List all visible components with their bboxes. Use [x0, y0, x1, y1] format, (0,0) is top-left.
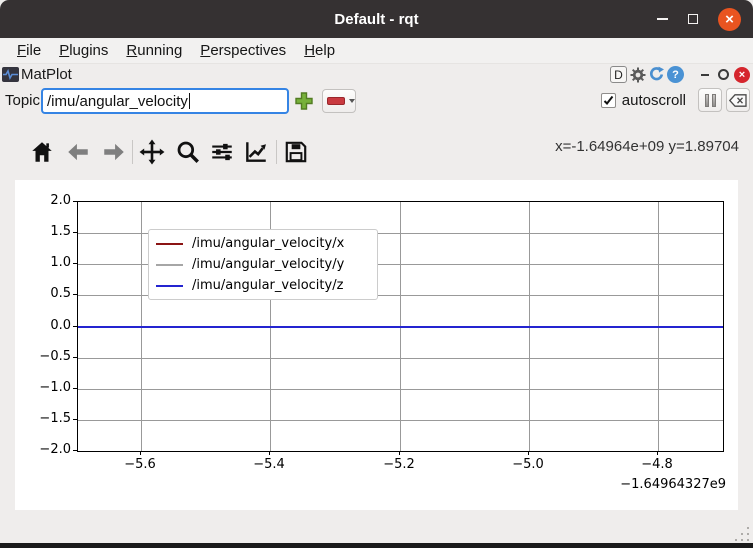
legend-label-x: /imu/angular_velocity/x — [192, 236, 344, 251]
window-title: Default - rqt — [334, 11, 418, 28]
topic-input[interactable]: /imu/angular_velocity — [41, 88, 289, 114]
add-topic-button[interactable] — [292, 89, 316, 113]
menu-running[interactable]: Running — [117, 40, 191, 61]
axes-edit-icon[interactable] — [242, 138, 270, 166]
titlebar[interactable]: Default - rqt × — [0, 0, 753, 38]
legend-label-z: /imu/angular_velocity/z — [192, 278, 343, 293]
plot-frame: /imu/angular_velocity/x /imu/angular_vel… — [77, 201, 724, 452]
autoscroll-group: autoscroll — [601, 88, 750, 112]
topic-input-value: /imu/angular_velocity — [47, 93, 188, 110]
plugin-title-group: MatPlot — [2, 66, 72, 83]
collapse-icon[interactable] — [696, 66, 713, 83]
home-icon[interactable] — [28, 138, 56, 166]
subplots-config-icon[interactable] — [208, 138, 236, 166]
ytick: 0.0 — [19, 318, 71, 333]
topic-row: Topic /imu/angular_velocity autoscroll — [0, 87, 753, 117]
cursor-coordinates: x=-1.64964e+09 y=1.89704 — [555, 138, 739, 155]
ytick: −2.0 — [19, 442, 71, 457]
ytick: 0.5 — [19, 286, 71, 301]
remove-topic-button[interactable] — [322, 89, 356, 113]
pause-icon — [705, 94, 716, 107]
plugin-dock-buttons: D ? — [610, 66, 750, 83]
legend-row: /imu/angular_velocity/y — [156, 256, 370, 273]
zoom-icon[interactable] — [174, 138, 202, 166]
x-axis-offset-label: −1.64964327e9 — [620, 477, 726, 492]
chevron-down-icon — [349, 99, 355, 103]
maximize-icon[interactable] — [688, 14, 698, 24]
ytick: 1.5 — [19, 224, 71, 239]
series-line-z — [78, 326, 723, 328]
menu-perspectives[interactable]: Perspectives — [191, 40, 295, 61]
pause-button[interactable] — [698, 88, 722, 112]
text-cursor — [189, 93, 190, 109]
legend-line-z — [156, 285, 183, 287]
background-window-edge — [0, 543, 753, 548]
menu-file[interactable]: File — [8, 40, 50, 61]
plugin-close-icon[interactable]: × — [734, 67, 750, 83]
legend-line-y — [156, 264, 183, 266]
plot-canvas[interactable]: 2.0 1.5 1.0 0.5 0.0 −0.5 −1.0 −1.5 −2.0 … — [15, 180, 738, 510]
ytick: −1.0 — [19, 380, 71, 395]
xtick: −5.4 — [247, 457, 291, 472]
forward-icon[interactable] — [100, 138, 128, 166]
minimize-icon[interactable] — [657, 18, 668, 20]
close-icon[interactable]: × — [718, 8, 741, 31]
rqt-window: Default - rqt × File Plugins Running Per… — [0, 0, 753, 548]
pan-icon[interactable] — [138, 138, 166, 166]
ytick: −0.5 — [19, 349, 71, 364]
menu-plugins[interactable]: Plugins — [50, 40, 117, 61]
backspace-icon — [729, 94, 747, 107]
detach-button[interactable]: D — [610, 66, 627, 83]
legend-label-y: /imu/angular_velocity/y — [192, 257, 344, 272]
clear-button[interactable] — [726, 88, 750, 112]
menubar: File Plugins Running Perspectives Help — [0, 38, 753, 64]
xtick: −5.6 — [118, 457, 162, 472]
xtick: −5.0 — [506, 457, 550, 472]
settings-gear-icon[interactable] — [629, 66, 646, 83]
xtick: −5.2 — [377, 457, 421, 472]
legend-line-x — [156, 243, 183, 245]
toolbar-separator — [276, 140, 277, 164]
legend-row: /imu/angular_velocity/x — [156, 235, 370, 252]
plugin-title: MatPlot — [21, 66, 72, 83]
remove-icon — [327, 97, 345, 105]
xtick: −4.8 — [635, 457, 679, 472]
resize-grip[interactable] — [729, 525, 749, 541]
ytick: −1.5 — [19, 411, 71, 426]
save-icon[interactable] — [282, 138, 310, 166]
back-icon[interactable] — [64, 138, 92, 166]
help-icon[interactable]: ? — [667, 66, 684, 83]
ytick: 1.0 — [19, 255, 71, 270]
topic-label: Topic — [5, 92, 40, 109]
autoscroll-label: autoscroll — [622, 92, 686, 109]
legend: /imu/angular_velocity/x /imu/angular_vel… — [148, 229, 378, 300]
menu-help[interactable]: Help — [295, 40, 344, 61]
matplot-plugin-bar: MatPlot D — [0, 64, 753, 88]
legend-row: /imu/angular_velocity/z — [156, 277, 370, 294]
autoscroll-checkbox[interactable] — [601, 93, 616, 108]
matplot-plugin-icon — [2, 67, 19, 82]
reload-icon[interactable] — [648, 66, 665, 83]
mpl-toolbar: x=-1.64964e+09 y=1.89704 — [0, 130, 753, 174]
undock-icon[interactable] — [715, 66, 732, 83]
toolbar-separator — [132, 140, 133, 164]
window-controls: × — [657, 0, 741, 38]
ytick: 2.0 — [19, 193, 71, 208]
